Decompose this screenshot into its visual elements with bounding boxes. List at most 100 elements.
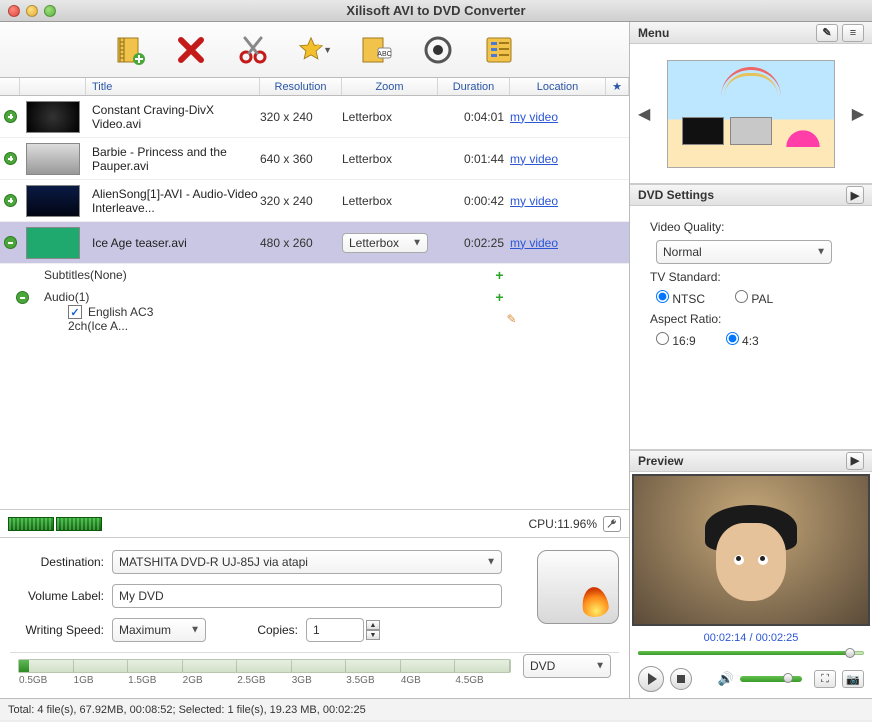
file-location[interactable]: my video xyxy=(510,194,606,208)
destination-select[interactable]: MATSHITA DVD-R UJ-85J via atapi▼ xyxy=(112,550,502,574)
subtitle-button[interactable]: ABC xyxy=(356,30,396,70)
settings-expand-button[interactable]: ▶ xyxy=(846,186,864,204)
subtitles-row[interactable]: Subtitles(None) + xyxy=(0,264,629,286)
col-resolution[interactable]: Resolution xyxy=(260,78,342,95)
file-resolution: 640 x 360 xyxy=(260,152,342,166)
menu-prev-button[interactable]: ◀ xyxy=(638,104,650,124)
tv-pal-radio[interactable]: PAL xyxy=(735,290,773,306)
settings-wrench-button[interactable] xyxy=(603,516,621,532)
volume-label-label: Volume Label: xyxy=(10,589,104,603)
cpu-label: CPU: xyxy=(529,517,558,531)
file-zoom: Letterbox xyxy=(342,194,438,208)
svg-text:ABC: ABC xyxy=(377,51,391,58)
disc-icon xyxy=(550,559,606,615)
template-button[interactable] xyxy=(479,30,519,70)
capacity-rail: 0.5GB1GB1.5GB2GB2.5GB3GB3.5GB4GB4.5GB xyxy=(18,659,511,673)
file-thumbnail xyxy=(26,143,80,175)
copies-down[interactable]: ▼ xyxy=(366,630,380,640)
copies-label: Copies: xyxy=(214,623,298,637)
tv-ntsc-radio[interactable]: NTSC xyxy=(656,290,705,306)
seek-bar[interactable] xyxy=(638,648,864,658)
writing-speed-select[interactable]: Maximum▼ xyxy=(112,618,206,642)
file-resolution: 320 x 240 xyxy=(260,194,342,208)
table-row[interactable]: AlienSong[1]-AVI - Audio-Video Interleav… xyxy=(0,180,629,222)
ar-43-radio[interactable]: 4:3 xyxy=(726,332,759,348)
file-location[interactable]: my video xyxy=(510,110,606,124)
record-button[interactable] xyxy=(418,30,458,70)
flame-icon xyxy=(580,585,610,618)
table-row[interactable]: Ice Age teaser.avi 480 x 260 Letterbox▼ … xyxy=(0,222,629,264)
burn-button[interactable] xyxy=(537,550,619,624)
audio-track-row[interactable]: ✓English AC3 2ch(Ice A... ✎ xyxy=(0,308,629,330)
file-location[interactable]: my video xyxy=(510,152,606,166)
table-row[interactable]: Constant Craving-DivX Video.avi 320 x 24… xyxy=(0,96,629,138)
col-title[interactable]: Title xyxy=(86,78,260,95)
copies-up[interactable]: ▲ xyxy=(366,620,380,630)
file-zoom: Letterbox xyxy=(342,110,438,124)
menu-edit-button[interactable]: ✎ xyxy=(816,24,838,42)
file-title: AlienSong[1]-AVI - Audio-Video Interleav… xyxy=(86,187,260,215)
menu-thumbnail[interactable] xyxy=(667,60,835,168)
table-header: Title Resolution Zoom Duration Location … xyxy=(0,78,629,96)
cpu-row: CPU:11.96% xyxy=(0,509,629,537)
file-thumbnail xyxy=(26,227,80,259)
preview-time: 00:02:14 / 00:02:25 xyxy=(630,628,872,648)
file-zoom: Letterbox xyxy=(342,152,438,166)
table-row[interactable]: Barbie - Princess and the Pauper.avi 640… xyxy=(0,138,629,180)
aspect-ratio-label: Aspect Ratio: xyxy=(650,312,860,326)
volume-icon: 🔊 xyxy=(718,671,734,687)
collapse-icon[interactable] xyxy=(16,291,29,304)
play-button[interactable] xyxy=(638,666,664,692)
file-zoom[interactable]: Letterbox▼ xyxy=(342,233,438,253)
video-quality-select[interactable]: Normal▼ xyxy=(656,240,832,264)
file-title: Constant Craving-DivX Video.avi xyxy=(86,103,260,131)
file-title: Barbie - Princess and the Pauper.avi xyxy=(86,145,260,173)
col-star[interactable]: ★ xyxy=(606,78,629,95)
collapse-row-button[interactable] xyxy=(4,236,17,249)
file-resolution: 480 x 260 xyxy=(260,236,342,250)
titlebar: Xilisoft AVI to DVD Converter xyxy=(0,0,872,22)
volume-slider[interactable] xyxy=(740,676,802,682)
volume-label-input[interactable]: My DVD xyxy=(112,584,502,608)
file-title: Ice Age teaser.avi xyxy=(86,236,260,250)
track-checkbox[interactable]: ✓ xyxy=(68,305,82,319)
add-file-button[interactable] xyxy=(110,30,150,70)
menu-list-button[interactable]: ≡ xyxy=(842,24,864,42)
menu-next-button[interactable]: ▶ xyxy=(852,104,864,124)
expand-row-button[interactable] xyxy=(4,110,17,123)
col-duration[interactable]: Duration xyxy=(438,78,510,95)
settings-header: DVD Settings ▶ xyxy=(630,184,872,206)
copies-input[interactable]: 1 xyxy=(306,618,364,642)
expand-row-button[interactable] xyxy=(4,152,17,165)
file-duration: 0:02:25 xyxy=(438,236,510,250)
ar-169-radio[interactable]: 16:9 xyxy=(656,332,696,348)
stop-button[interactable] xyxy=(670,668,692,690)
fullscreen-button[interactable]: ⛶ xyxy=(814,670,836,688)
preview-canvas xyxy=(632,474,870,627)
menu-preview: ◀ ▶ xyxy=(630,44,872,184)
video-quality-label: Video Quality: xyxy=(650,220,860,234)
col-zoom[interactable]: Zoom xyxy=(342,78,438,95)
statusbar: Total: 4 file(s), 67.92MB, 00:08:52; Sel… xyxy=(0,698,872,720)
window-title: Xilisoft AVI to DVD Converter xyxy=(0,3,872,18)
file-rows: Constant Craving-DivX Video.avi 320 x 24… xyxy=(0,96,629,509)
row-action[interactable]: ✎ xyxy=(482,312,542,326)
cut-button[interactable] xyxy=(233,30,273,70)
snapshot-button[interactable]: 📷 xyxy=(842,670,864,688)
expand-row-button[interactable] xyxy=(4,194,17,207)
preview-header: Preview ▶ xyxy=(630,450,872,472)
row-action[interactable]: + xyxy=(470,289,530,305)
file-duration: 0:04:01 xyxy=(438,110,510,124)
preview-expand-button[interactable]: ▶ xyxy=(846,452,864,470)
tv-standard-label: TV Standard: xyxy=(650,270,860,284)
disc-type-select[interactable]: DVD▼ xyxy=(523,654,611,678)
remove-button[interactable] xyxy=(172,30,212,70)
destination-label: Destination: xyxy=(10,555,104,569)
row-action[interactable]: + xyxy=(470,267,530,283)
file-location[interactable]: my video xyxy=(510,236,606,250)
cpu-core-1 xyxy=(8,517,54,531)
col-location[interactable]: Location xyxy=(510,78,606,95)
effects-button[interactable]: ▼ xyxy=(295,30,335,70)
cpu-core-2 xyxy=(56,517,102,531)
dvd-settings: Video Quality: Normal▼ TV Standard: NTSC… xyxy=(630,206,872,450)
